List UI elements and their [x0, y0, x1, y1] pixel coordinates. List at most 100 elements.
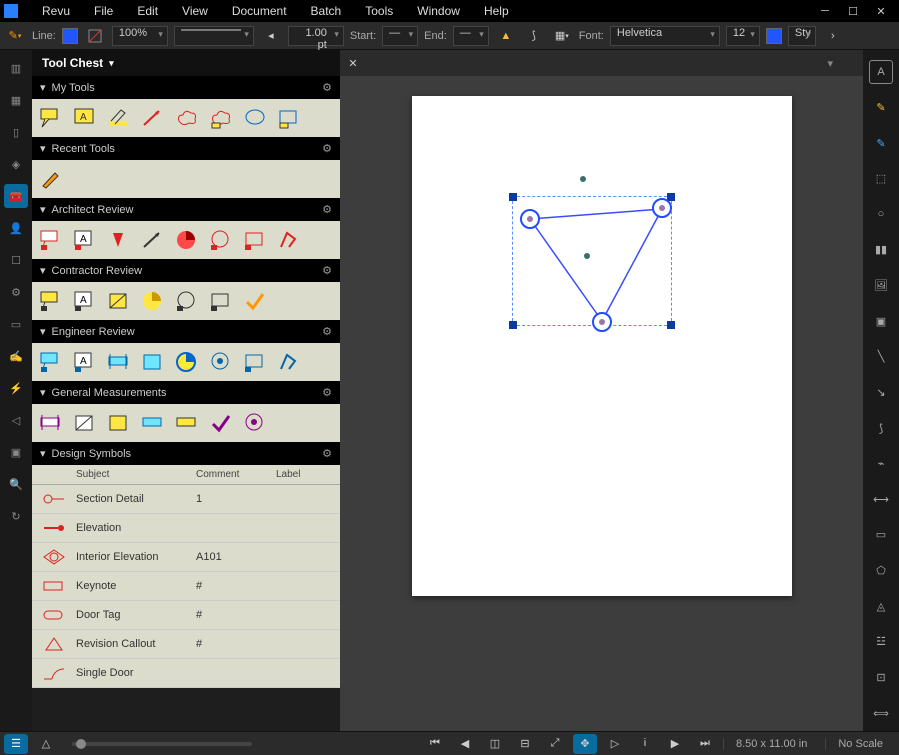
tool-cloud-plus[interactable] [208, 105, 234, 131]
split-h-icon[interactable]: ◫ [483, 734, 507, 754]
canvas[interactable] [340, 76, 863, 731]
close-panel-icon[interactable]: ✕ [340, 50, 366, 76]
tool-highlight[interactable] [106, 105, 132, 131]
tool-c3[interactable] [106, 288, 132, 314]
tool-callout[interactable] [38, 105, 64, 131]
tool-ellipse[interactable] [242, 105, 268, 131]
symbol-row[interactable]: Keynote# [32, 572, 340, 601]
tool-m2[interactable] [72, 410, 98, 436]
menu-edit[interactable]: Edit [125, 0, 170, 22]
tool-chest-icon[interactable]: 🧰 [4, 184, 28, 208]
font-color-swatch[interactable] [766, 28, 782, 44]
layers-icon[interactable]: ◈ [4, 152, 28, 176]
image-tool-icon[interactable]: 🖼 [869, 274, 893, 298]
menu-revu[interactable]: Revu [30, 0, 82, 22]
pan-tool-icon[interactable]: ✥ [573, 734, 597, 754]
tool-a7[interactable] [242, 227, 268, 253]
measure-tool-icon[interactable]: ⟺ [869, 701, 893, 725]
tool-e5[interactable] [174, 349, 200, 375]
tool-m4[interactable] [140, 410, 166, 436]
gear-icon[interactable]: ⚙ [322, 447, 332, 460]
stamp-tool-icon[interactable]: ▮▮ [869, 238, 893, 262]
symbol-row[interactable]: Elevation [32, 514, 340, 543]
select-tool-icon[interactable]: ▷ [603, 734, 627, 754]
tool-m6[interactable] [208, 410, 234, 436]
pen-tool-icon[interactable]: ✎ [869, 96, 893, 120]
tool-m1[interactable] [38, 410, 64, 436]
gear-icon[interactable]: ⚙ [322, 142, 332, 155]
zoom-slider[interactable] [72, 742, 252, 746]
gear-icon[interactable]: ⚙ [322, 264, 332, 277]
menu-batch[interactable]: Batch [299, 0, 354, 22]
tool-arrow[interactable] [140, 105, 166, 131]
section-architect[interactable]: ▾Architect Review⚙ [32, 198, 340, 221]
note-tool-icon[interactable]: ☳ [869, 630, 893, 654]
thumbnails-icon[interactable]: ▦ [4, 88, 28, 112]
tool-a2[interactable]: A [72, 227, 98, 253]
recents-icon[interactable]: ↻ [4, 504, 28, 528]
highlighter-tool-icon[interactable]: ✎ [869, 131, 893, 155]
node-c[interactable] [592, 312, 612, 332]
tool-c4[interactable] [140, 288, 166, 314]
scale-text[interactable]: No Scale [825, 738, 895, 750]
first-page-icon[interactable]: ⏮ [423, 734, 447, 754]
tool-c6[interactable] [208, 288, 234, 314]
maximize-button[interactable]: ☐ [839, 1, 867, 21]
line-style-dropdown[interactable] [174, 26, 254, 46]
links-icon[interactable]: ▭ [4, 312, 28, 336]
file-access-icon[interactable]: ▥ [4, 56, 28, 80]
measurements-icon[interactable]: ⚡ [4, 376, 28, 400]
arrow-tool-icon[interactable]: ↘ [869, 381, 893, 405]
polygon-tool-icon[interactable]: ⬠ [869, 559, 893, 583]
section-contractor[interactable]: ▾Contractor Review⚙ [32, 259, 340, 282]
font-size-dropdown[interactable]: 12 [726, 26, 760, 46]
symbol-row[interactable]: Section Detail1 [32, 485, 340, 514]
line-tool-icon[interactable]: ╲ [869, 345, 893, 369]
tool-c5[interactable] [174, 288, 200, 314]
node-b[interactable] [652, 198, 672, 218]
decrement-icon[interactable]: ◂ [260, 26, 282, 46]
tool-pen-orange[interactable] [38, 166, 64, 192]
symbol-row[interactable]: Revision Callout# [32, 630, 340, 659]
tool-e8[interactable] [276, 349, 302, 375]
studio-icon[interactable]: ▣ [4, 440, 28, 464]
fit-page-icon[interactable]: ⤢ [543, 734, 567, 754]
tool-rectangle[interactable] [276, 105, 302, 131]
bookmarks-icon[interactable]: ▯ [4, 120, 28, 144]
tool-c2[interactable]: A [72, 288, 98, 314]
menu-document[interactable]: Document [220, 0, 299, 22]
rotation-handle[interactable] [580, 176, 586, 182]
highlighter-icon[interactable]: ▲ [495, 26, 517, 46]
expand-icon[interactable]: △ [34, 734, 58, 754]
menu-window[interactable]: Window [405, 0, 472, 22]
tool-e1[interactable] [38, 349, 64, 375]
text-tool-icon[interactable]: A [869, 60, 893, 84]
tool-cloud[interactable] [174, 105, 200, 131]
tool-a3[interactable] [106, 227, 132, 253]
rect-tool-icon[interactable]: ▭ [869, 523, 893, 547]
dimension-tool-icon[interactable]: ⟷ [869, 488, 893, 512]
prev-page-icon[interactable]: ◀ [453, 734, 477, 754]
gear-icon[interactable]: ⚙ [322, 203, 332, 216]
flags-icon[interactable]: ◁ [4, 408, 28, 432]
menu-file[interactable]: File [82, 0, 125, 22]
gear-icon[interactable]: ⚙ [322, 386, 332, 399]
panel-title[interactable]: Tool Chest▾ [32, 50, 340, 76]
tool-a4[interactable] [140, 227, 166, 253]
menu-tools[interactable]: Tools [353, 0, 405, 22]
tool-e4[interactable] [140, 349, 166, 375]
split-v-icon[interactable]: ⊟ [513, 734, 537, 754]
line-width-dropdown[interactable]: 1.00 pt [288, 26, 344, 46]
more-icon[interactable]: › [822, 26, 844, 46]
signatures-icon[interactable]: ✍ [4, 344, 28, 368]
select-text-icon[interactable]: Ꭵ [633, 734, 657, 754]
polyline-tool-icon[interactable]: ⌁ [869, 452, 893, 476]
tool-m3[interactable] [106, 410, 132, 436]
minimize-button[interactable]: ─ [811, 1, 839, 21]
tool-e3[interactable] [106, 349, 132, 375]
symbol-row[interactable]: Interior ElevationA101 [32, 543, 340, 572]
count-tool-icon[interactable]: ⊡ [869, 666, 893, 690]
next-page-icon[interactable]: ▶ [663, 734, 687, 754]
tool-e7[interactable] [242, 349, 268, 375]
properties-icon[interactable]: ⚙ [4, 280, 28, 304]
